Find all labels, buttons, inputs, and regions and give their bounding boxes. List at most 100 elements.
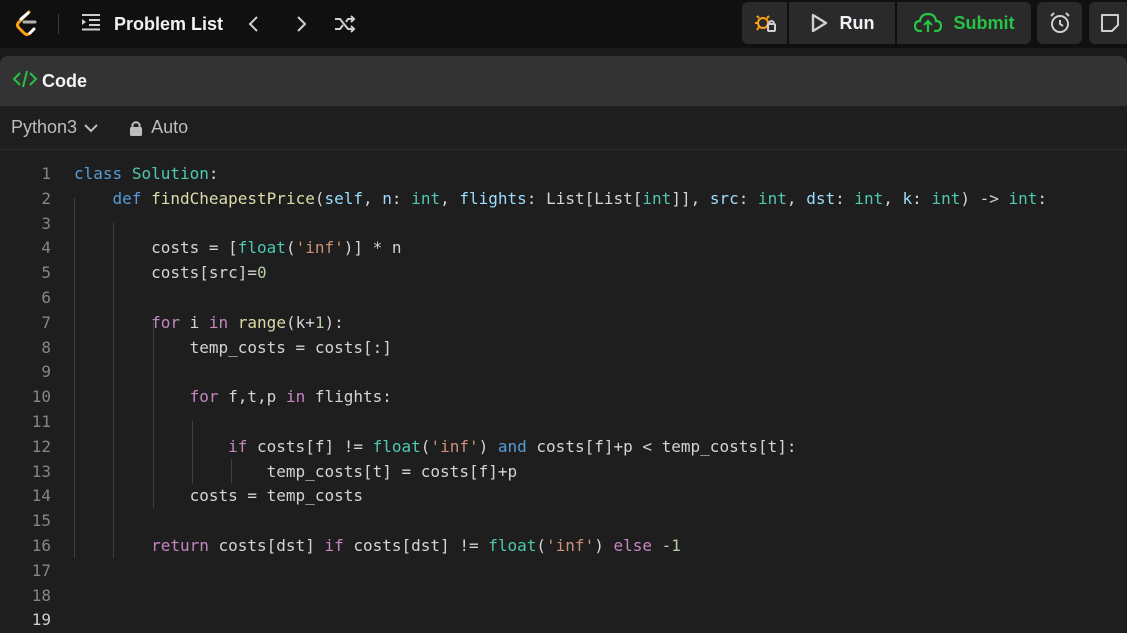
lock-icon [130,120,143,136]
code-token: return [151,535,209,555]
code-token: if [324,535,344,555]
code-token: (k+ [285,312,315,332]
list-icon [80,12,102,37]
problem-list-label: Problem List [114,13,224,34]
line-number: 8 [41,337,51,357]
code-text: costs = temp_costs [74,484,363,509]
previous-problem-button[interactable] [240,10,268,38]
code-line[interactable]: 7 for i in range(k+1): [0,311,1127,336]
line-number: 19 [31,610,51,630]
code-token: List [594,188,633,208]
code-token: List [546,188,585,208]
code-token: ) -> [960,188,1009,208]
code-line[interactable]: 10 for f,t,p in flights: [0,385,1127,410]
line-number: 16 [31,535,51,555]
code-token: class [74,164,123,183]
random-problem-button[interactable] [331,10,359,38]
code-token: int [931,188,961,208]
code-line[interactable]: 2 def findCheapestPrice(self, n: int, fl… [0,187,1127,212]
shuffle-icon [335,15,356,33]
language-label: Python3 [11,117,78,137]
code-line[interactable]: 17 [0,559,1127,584]
code-line[interactable]: 12 if costs[f] != float('inf') and costs… [0,435,1127,460]
chevron-right-icon [297,16,307,32]
code-text: if costs[f] != float('inf') and costs[f]… [74,435,797,460]
code-token: : [391,188,412,208]
line-number: 3 [41,213,51,233]
code-token: ( [420,436,431,456]
bug-icon [754,15,776,32]
cloud-upload-icon [913,12,942,33]
code-token: : [835,188,855,208]
language-selector[interactable]: Python3 [11,117,99,138]
next-problem-button[interactable] [287,10,315,38]
notes-button[interactable] [1089,2,1127,44]
run-label: Run [839,12,875,33]
code-text: costs = [float('inf')] * n [74,236,401,261]
code-line[interactable]: 6 [0,286,1127,311]
code-token: flights [459,188,527,208]
auto-mode-label: Auto [151,117,189,137]
code-line[interactable]: 13 temp_costs[t] = costs[f]+p [0,460,1127,485]
code-token: int [642,188,672,208]
leetcode-logo-icon[interactable] [12,9,42,39]
line-number: 13 [31,461,51,481]
line-number: 9 [41,362,51,382]
play-icon [811,13,827,33]
timer-button[interactable] [1037,2,1082,44]
code-editor[interactable]: 1 class Solution: 2 def findCheapestPrice(… [0,150,1127,633]
code-line[interactable]: 18 [0,584,1127,609]
code-token: costs[f]+p < temp_costs[t]: [526,436,797,456]
code-token: : [1037,188,1048,208]
auto-mode-toggle[interactable]: Auto [129,117,188,138]
code-token: else [613,535,652,555]
topbar-divider [58,14,59,34]
code-token: f,t,p [218,387,286,407]
code-token: Solution [131,164,209,183]
panel-title: Code [42,70,87,91]
code-line[interactable]: 4 costs = [float('inf')] * n [0,236,1127,261]
code-token: ( [536,535,547,555]
code-token: float [372,436,421,456]
code-line[interactable]: 11 [0,410,1127,435]
code-line[interactable]: 15 [0,509,1127,534]
code-line[interactable]: 8 temp_costs = costs[:] [0,336,1127,361]
code-token: src [709,188,739,208]
problem-list-button[interactable]: Problem List [74,8,229,40]
code-token: -1 [661,535,681,555]
top-navbar: Problem List Run Submit [0,0,1127,48]
code-token: : [526,188,547,208]
code-token: , [363,188,383,208]
code-line[interactable]: 19 [0,608,1127,633]
code-token: , [786,188,807,208]
code-text: return costs[dst] if costs[dst] != float… [74,534,681,559]
submit-button[interactable]: Submit [897,2,1031,44]
code-token: int [758,188,787,208]
code-token: dst [806,188,836,208]
line-number: 14 [31,486,51,506]
code-line[interactable]: 5 costs[src]=0 [0,261,1127,286]
code-panel: Code Python3 Auto 1 class Solution: 2 def … [0,56,1127,633]
debug-button[interactable] [742,2,787,44]
code-token: ) [478,436,498,456]
code-token: : [738,188,759,208]
code-line[interactable]: 3 [0,212,1127,237]
submit-label: Submit [953,12,1015,33]
code-token: temp_costs[t] = costs[f]+p [266,461,518,481]
code-token: n [382,188,392,208]
code-token: int [411,188,441,208]
code-text: costs[src]=0 [74,261,267,286]
line-number: 18 [31,585,51,605]
code-token: costs = temp_costs [189,486,363,506]
run-button[interactable]: Run [789,2,895,44]
code-token: in [285,387,306,407]
code-token: range [237,312,286,332]
code-line[interactable]: 14 costs = temp_costs [0,484,1127,509]
code-line[interactable]: 1 class Solution: [0,162,1127,187]
code-line[interactable]: 16 return costs[dst] if costs[dst] != fl… [0,534,1127,559]
line-number: 6 [41,287,51,307]
code-token: float [237,238,286,258]
code-line[interactable]: 9 [0,360,1127,385]
